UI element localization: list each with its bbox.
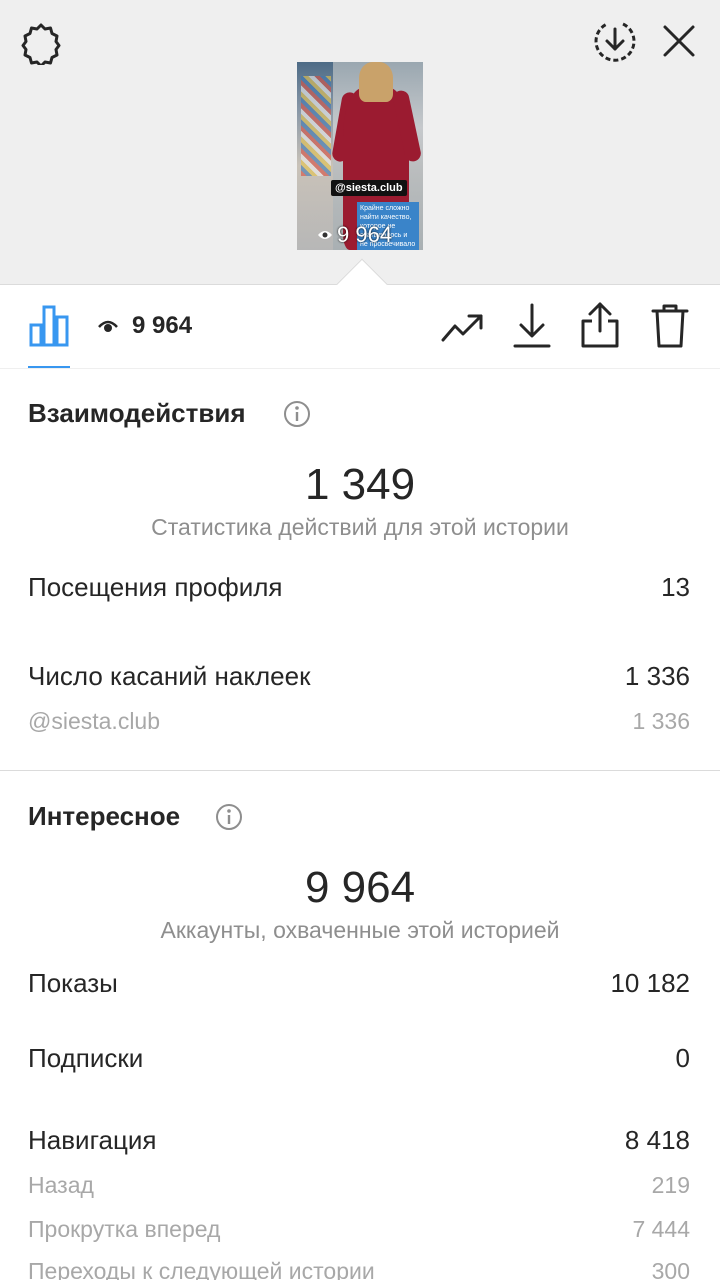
- profile-visits-label: Посещения профиля: [28, 572, 283, 602]
- follows-label: Подписки: [28, 1043, 144, 1073]
- trending-icon[interactable]: [440, 306, 486, 348]
- fridge-magnets: [301, 76, 331, 176]
- sticker-mention-label: @siesta.club: [28, 708, 161, 734]
- navigation-value: 8 418: [624, 1125, 690, 1155]
- eye-icon: [98, 318, 118, 334]
- bar-chart-icon[interactable]: [26, 302, 72, 348]
- back-value: 219: [651, 1172, 690, 1198]
- sticker-mention-value: 1 336: [632, 708, 690, 734]
- next-story-label: Переходы к следующей истории: [28, 1258, 375, 1280]
- sticker-taps-label: Число касаний наклеек: [28, 661, 311, 691]
- section-divider: [0, 770, 720, 771]
- profile-visits-value: 13: [661, 572, 690, 602]
- info-icon[interactable]: [283, 400, 311, 428]
- discovery-total: 9 964: [304, 863, 416, 912]
- story-thumbnail[interactable]: @siesta.club Крайне сложно найти качеств…: [297, 62, 423, 250]
- download-circle-icon[interactable]: [592, 18, 638, 64]
- impressions-value: 10 182: [610, 968, 690, 998]
- toolbar-divider: [0, 368, 720, 369]
- mention-sticker: @siesta.club: [331, 180, 407, 196]
- views-count: 9 964: [132, 312, 193, 339]
- share-icon[interactable]: [578, 300, 622, 350]
- next-story-value: 300: [651, 1258, 690, 1280]
- info-icon[interactable]: [215, 803, 243, 831]
- thumbnail-views-count: 9 964: [337, 222, 393, 247]
- thumbnail-views: 9 964: [317, 222, 392, 248]
- discovery-subtitle: Аккаунты, охваченные этой историей: [160, 917, 560, 943]
- interactions-total: 1 349: [304, 460, 416, 509]
- interactions-subtitle: Статистика действий для этой истории: [151, 514, 569, 540]
- gear-icon[interactable]: [18, 20, 64, 66]
- follows-value: 0: [675, 1043, 690, 1073]
- thumbnail-figure-hair: [359, 62, 393, 102]
- download-icon[interactable]: [510, 302, 554, 350]
- close-icon[interactable]: [656, 18, 702, 64]
- impressions-label: Показы: [28, 968, 118, 998]
- navigation-label: Навигация: [28, 1125, 157, 1155]
- forward-value: 7 444: [632, 1216, 690, 1242]
- trash-icon[interactable]: [648, 302, 692, 350]
- forward-label: Прокрутка вперед: [28, 1216, 221, 1242]
- sticker-taps-value: 1 336: [624, 661, 690, 691]
- discovery-title: Интересное: [28, 801, 181, 831]
- eye-icon: [318, 231, 332, 239]
- back-label: Назад: [28, 1172, 94, 1198]
- interactions-title: Взаимодействия: [28, 398, 246, 428]
